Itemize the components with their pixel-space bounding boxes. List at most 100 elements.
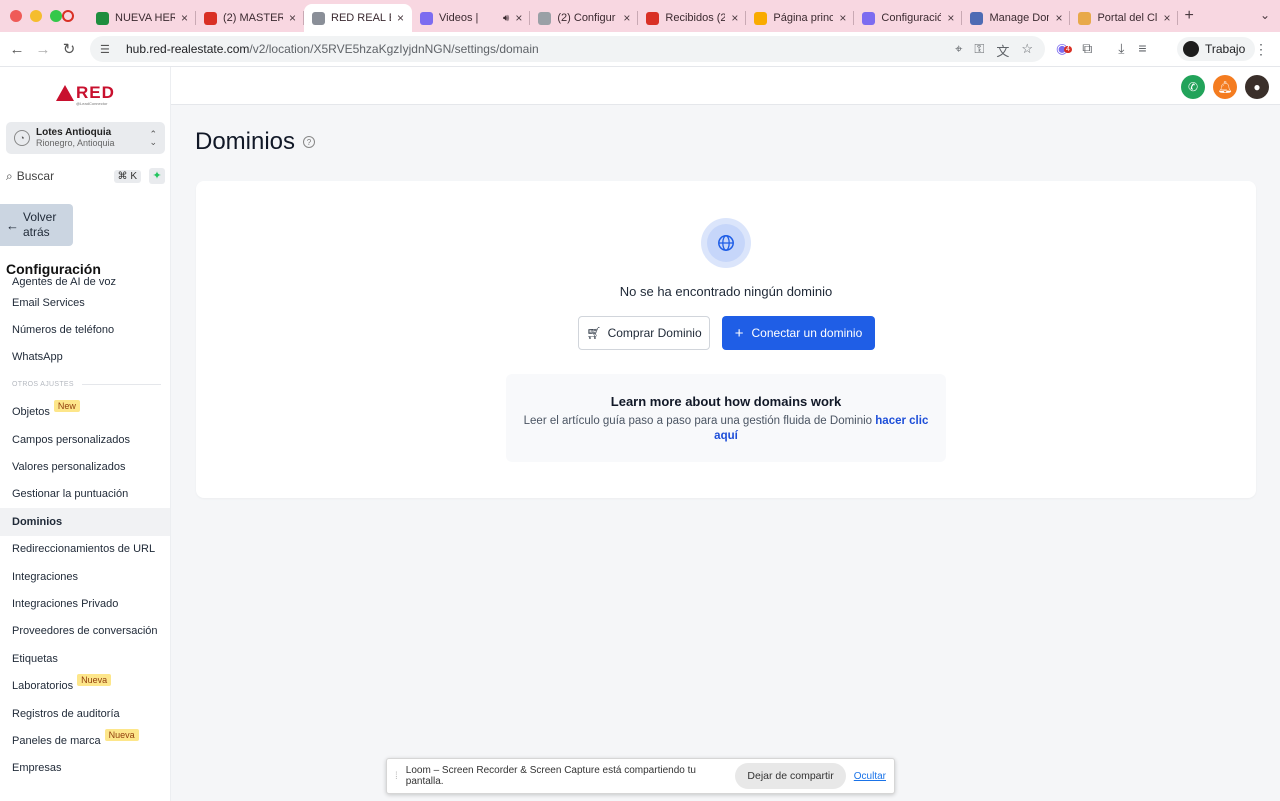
browser-tab[interactable]: Portal del Cli × — [1070, 4, 1179, 32]
sidebar-item-label: Números de teléfono — [12, 324, 115, 337]
close-tab-icon[interactable]: × — [1055, 11, 1062, 25]
close-tab-icon[interactable]: × — [515, 11, 522, 25]
close-tab-icon[interactable]: × — [947, 11, 954, 25]
close-tab-icon[interactable]: × — [397, 11, 404, 25]
browser-tab[interactable]: Manage Dom × — [962, 4, 1071, 32]
close-tab-icon[interactable]: × — [839, 11, 846, 25]
phone-icon[interactable]: ✆ — [1181, 75, 1205, 99]
close-tab-icon[interactable]: × — [731, 11, 738, 25]
browser-tab[interactable]: NUEVA HERR × — [88, 4, 197, 32]
divider — [81, 384, 161, 386]
cart-icon: 🛒︎ — [586, 326, 602, 340]
maximize-window-button[interactable] — [50, 10, 62, 22]
browser-tab[interactable]: Página princ × — [746, 4, 855, 32]
learn-more-description: Leer el artículo guía paso a paso para u… — [523, 415, 929, 442]
new-tab-button[interactable]: + — [1184, 7, 1193, 25]
sidebar-item-integraciones-privado[interactable]: Integraciones Privado — [0, 590, 170, 617]
close-tab-icon[interactable]: × — [1163, 11, 1170, 25]
sidebar-search[interactable]: ⌕ Buscar ⌘ K ✦ — [6, 166, 165, 186]
learn-more-box: Learn more about how domains work Leer e… — [506, 374, 946, 462]
tab-audio-icon[interactable]: 🔊︎ — [503, 13, 509, 24]
site-info-icon[interactable]: ☰ — [100, 43, 116, 56]
browser-tab[interactable]: (2) Configur × — [530, 4, 639, 32]
sidebar-item-email-services[interactable]: Email Services — [0, 289, 170, 316]
extension-icons: ◉ 4 ⧉ ⤓ ≡ — [1056, 40, 1147, 57]
buy-domain-button[interactable]: 🛒︎ Comprar Dominio — [578, 316, 710, 350]
tab-favicon-icon — [1078, 11, 1092, 25]
bookmark-star-icon[interactable]: ☆ — [1021, 41, 1033, 60]
address-bar-icons: ⌖ ⚿ 文 ☆ — [955, 41, 1033, 60]
sidebar-item-label: Agentes de AI de voz — [12, 276, 116, 288]
location-switcher[interactable]: ◔ Lotes Antioquia Rionegro, Antioquia ⌃ ⌄ — [6, 122, 165, 154]
profile-button[interactable]: Trabajo — [1177, 37, 1256, 61]
back-button[interactable]: ← Volver atrás — [0, 204, 73, 246]
connect-domain-button[interactable]: + Conectar un dominio — [722, 316, 875, 350]
back-arrow-icon[interactable]: ← — [4, 41, 30, 58]
browser-tab[interactable]: Videos | 🔊︎ × — [412, 4, 531, 32]
sidebar-item-laboratorios[interactable]: Laboratorios Nueva — [0, 672, 170, 699]
sidebar-item-label: Email Services — [12, 296, 85, 309]
tab-title: (2) MASTER — [223, 12, 284, 24]
settings-menu: Agentes de AI de voz Email Services Número… — [0, 275, 170, 782]
extension-app-icon[interactable]: ◉ 4 — [1056, 40, 1072, 57]
new-badge: Nueva — [104, 728, 139, 741]
translate-icon[interactable]: 文 — [996, 41, 1009, 60]
sidebar-item-objetos[interactable]: Objetos New — [0, 399, 170, 426]
sidebar-item-label: Integraciones Privado — [12, 597, 119, 610]
sidebar-item-paneles-de-marca[interactable]: Paneles de marca Nueva — [0, 727, 170, 754]
tab-favicon-icon — [754, 11, 768, 25]
address-bar[interactable]: ☰ hub.red-realestate.com/v2/location/X5R… — [90, 36, 1045, 62]
tab-favicon-icon — [538, 11, 552, 25]
stop-sharing-button[interactable]: Dejar de compartir — [735, 763, 846, 789]
close-tab-icon[interactable]: × — [623, 11, 630, 25]
password-key-icon[interactable]: ⚿ — [974, 41, 984, 60]
tab-favicon-icon — [204, 11, 218, 25]
close-tab-icon[interactable]: × — [289, 11, 296, 25]
search-input[interactable]: Buscar — [17, 169, 114, 183]
location-pin-icon[interactable]: ⌖ — [955, 41, 962, 60]
browser-tab[interactable]: Configuració × — [854, 4, 963, 32]
sidebar-item-proveedores-de-conversacion[interactable]: Proveedores de conversación — [0, 618, 170, 645]
close-tab-icon[interactable]: × — [181, 11, 188, 25]
sidebar-item-numeros-de-telefono[interactable]: Números de teléfono — [0, 316, 170, 343]
sidebar-item-dominios[interactable]: Dominios — [0, 508, 170, 536]
red-logo[interactable]: RED @LeadConnector — [56, 83, 115, 106]
tab-search-icon[interactable]: ⌄ — [1260, 8, 1270, 22]
browser-tab[interactable]: (2) MASTER × — [196, 4, 305, 32]
sidebar-item-agentes-de-ai-de-voz[interactable]: Agentes de AI de voz — [0, 275, 170, 289]
browser-tab[interactable]: RED REAL ES × — [304, 4, 413, 32]
hide-banner-link[interactable]: Ocultar — [854, 771, 886, 782]
download-icon[interactable]: ⤓ — [1118, 40, 1124, 57]
help-icon[interactable]: ? — [303, 136, 316, 148]
extensions-puzzle-icon[interactable]: ⧉ — [1082, 40, 1092, 57]
user-avatar[interactable]: ● — [1245, 75, 1269, 99]
minimize-window-button[interactable] — [30, 10, 42, 22]
chevron-updown-icon: ⌃ ⌄ — [149, 129, 157, 147]
sidebar-item-valores-personalizados[interactable]: Valores personalizados — [0, 453, 170, 480]
sidebar-item-label: Gestionar la puntuación — [12, 488, 129, 501]
sidebar-item-label: Campos personalizados — [12, 433, 131, 446]
drag-handle-icon[interactable]: ⁞ — [395, 771, 398, 782]
browser-tab[interactable]: Recibidos (2 × — [638, 4, 747, 32]
sidebar-item-whatsapp[interactable]: WhatsApp — [0, 344, 170, 371]
sidebar-item-campos-personalizados[interactable]: Campos personalizados — [0, 426, 170, 453]
sidebar-item-label: Dominios — [12, 515, 63, 528]
sidebar-item-integraciones[interactable]: Integraciones — [0, 563, 170, 590]
tab-title: Videos | — [439, 12, 479, 24]
profile-label: Trabajo — [1205, 42, 1246, 56]
screen-share-banner: ⁞ Loom – Screen Recorder & Screen Captur… — [386, 758, 895, 794]
sidebar-item-gestionar-la-puntuacion[interactable]: Gestionar la puntuación — [0, 481, 170, 508]
notification-bell-icon[interactable]: 🔔︎ — [1213, 75, 1237, 99]
tab-title: (2) Configur — [557, 12, 616, 24]
media-control-icon[interactable]: ≡ — [1138, 40, 1146, 57]
quick-action-icon[interactable]: ✦ — [149, 168, 165, 184]
sidebar-item-empresas[interactable]: Empresas — [0, 755, 170, 782]
sidebar-item-redireccionamientos-de-url[interactable]: Redireccionamientos de URL — [0, 536, 170, 563]
close-window-button[interactable] — [10, 10, 22, 22]
learn-more-title: Learn more about how domains work — [610, 394, 842, 409]
reload-icon[interactable]: ↻ — [56, 40, 82, 58]
sidebar-item-registros-de-auditoria[interactable]: Registros de auditoría — [0, 700, 170, 727]
forward-arrow-icon[interactable]: → — [30, 41, 56, 58]
browser-menu-icon[interactable]: ⋮ — [1254, 41, 1268, 58]
sidebar-item-etiquetas[interactable]: Etiquetas — [0, 645, 170, 672]
